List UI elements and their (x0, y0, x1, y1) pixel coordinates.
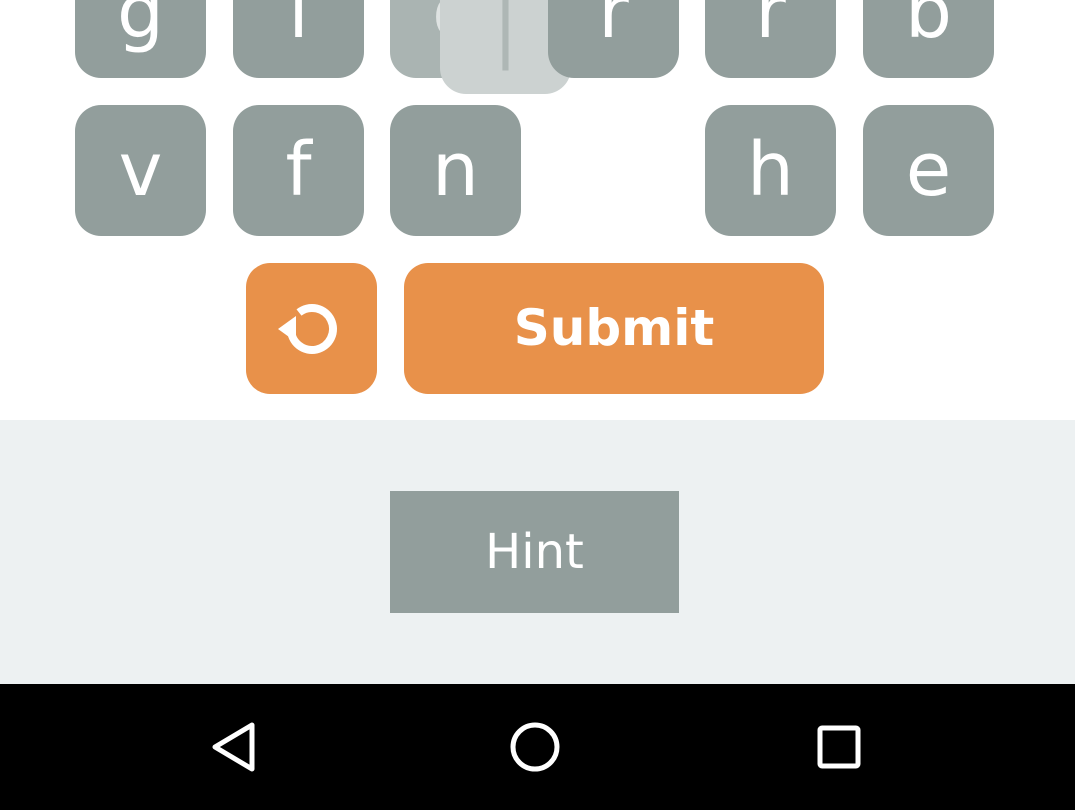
letter-tile[interactable]: r (705, 0, 836, 78)
recents-icon (817, 725, 861, 769)
letter-tile[interactable]: v (75, 105, 206, 236)
back-icon (212, 722, 255, 772)
hint-button[interactable]: Hint (390, 491, 679, 613)
home-button[interactable] (505, 717, 565, 777)
letter-tile[interactable]: e (863, 105, 994, 236)
letter-tile[interactable]: g (75, 0, 206, 78)
navigation-bar (0, 684, 1075, 810)
letter-tile[interactable]: n (390, 105, 521, 236)
submit-button[interactable]: Submit (404, 263, 824, 394)
letter-board: g i d | r r b v f n h e Submit (0, 0, 1075, 420)
letter-tile[interactable]: h (705, 105, 836, 236)
letter-tile[interactable]: r (548, 0, 679, 78)
home-icon (510, 722, 560, 772)
letter-tile[interactable]: b (863, 0, 994, 78)
reset-icon (277, 303, 337, 354)
letter-tile[interactable]: f (233, 105, 364, 236)
reset-button[interactable] (246, 263, 377, 394)
back-button[interactable] (203, 717, 263, 777)
hint-panel: Hint (0, 420, 1075, 684)
recents-button[interactable] (809, 717, 869, 777)
letter-tile[interactable]: i (233, 0, 364, 78)
